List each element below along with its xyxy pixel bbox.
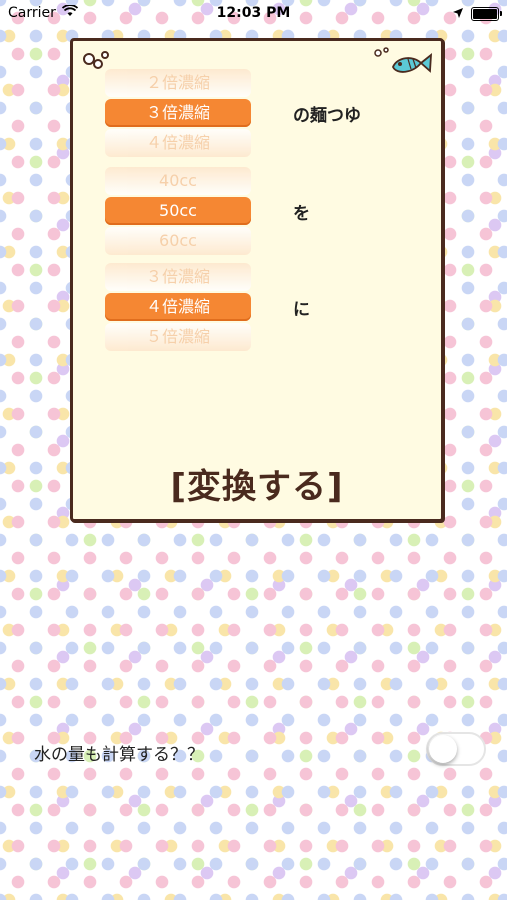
water-calc-row: 水の量も計算する？？ [0,730,507,770]
toggle-knob[interactable] [429,735,457,763]
picker-option[interactable]: 60cc [105,227,251,255]
picker-selected-option[interactable]: ４倍濃縮 [105,293,251,321]
battery-icon [471,7,502,21]
picker2-suffix: を [293,204,310,224]
picker-selected-option[interactable]: ３倍濃縮 [105,99,251,127]
picker-option[interactable]: ５倍濃縮 [105,323,251,351]
picker3-suffix: に [293,300,310,320]
status-right [453,6,502,22]
fish-icon [373,47,433,79]
water-calc-label: 水の量も計算する？？ [34,745,204,765]
picker-option[interactable]: ３倍濃縮 [105,263,251,291]
picker-option[interactable]: 40cc [105,167,251,195]
water-calc-toggle[interactable] [426,732,486,766]
picker1-suffix: の麺つゆ [293,106,361,126]
clock: 12:03 PM [216,5,291,21]
concentration-from-picker[interactable]: ２倍濃縮 ３倍濃縮 ４倍濃縮 [105,69,251,159]
picker-selected-option[interactable]: 50cc [105,197,251,225]
location-arrow-icon [453,6,463,22]
picker-option[interactable]: ４倍濃縮 [105,129,251,157]
status-bar: Carrier 12:03 PM [0,0,507,26]
converter-card: ２倍濃縮 ３倍濃縮 ４倍濃縮 の麺つゆ 40cc 50cc 60cc を ３倍濃… [70,38,444,522]
volume-picker[interactable]: 40cc 50cc 60cc [105,167,251,257]
picker-option[interactable]: ２倍濃縮 [105,69,251,97]
concentration-to-picker[interactable]: ３倍濃縮 ４倍濃縮 ５倍濃縮 [105,263,251,353]
convert-button[interactable]: [変換する] [73,459,441,508]
